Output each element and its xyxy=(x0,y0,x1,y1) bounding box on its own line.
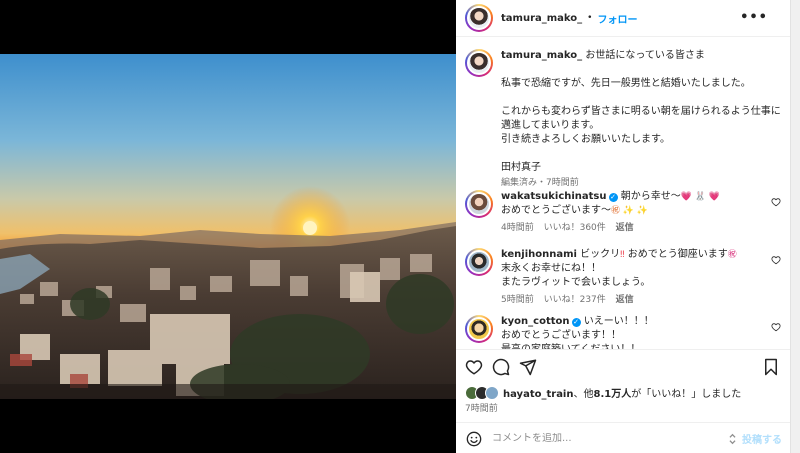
post-time: 7時間前 xyxy=(465,404,498,414)
comment-username[interactable]: wakatsukichinatsu xyxy=(501,191,607,202)
post-photo[interactable] xyxy=(0,54,456,399)
comment-emoji-2: ㊗ xyxy=(727,250,737,260)
likes-summary: hayato_train、他8.1万人が「いいね！」しました xyxy=(465,385,741,400)
comment-text: いえーい！！！ xyxy=(583,316,654,327)
more-icon[interactable]: ••• xyxy=(740,10,768,25)
comment-text-line-2: おめでとうございます！！ xyxy=(501,330,621,341)
caption-signature: 田村真子 xyxy=(501,162,541,173)
comment-text: ビックリ xyxy=(580,249,621,260)
reply-button[interactable]: 返信 xyxy=(616,223,634,233)
comment-meta: 4時間前 いいね！360件 返信 xyxy=(501,221,763,235)
comment-text-line-2: おめでとうございます〜 xyxy=(501,205,611,216)
follow-button[interactable]: フォロー xyxy=(597,11,637,26)
comment-avatar[interactable] xyxy=(465,190,493,218)
comment-emoji: 💗 🐰 💗 xyxy=(680,192,721,202)
verified-badge-icon: ✓ xyxy=(571,318,581,327)
comment-text-line-3: またラヴィットで会いましょう。 xyxy=(501,277,651,288)
comment-composer: 投稿する xyxy=(456,422,790,453)
caption-username[interactable]: tamura_mako_ xyxy=(501,50,582,61)
comment-emoji-2: ㊗ ✨ ✨ xyxy=(611,206,649,216)
comment-meta: 5時間前 いいね！237件 返信 xyxy=(501,293,763,307)
comment-emoji: ‼ xyxy=(620,250,625,260)
comment-heart-icon[interactable] xyxy=(771,255,781,265)
media-panel xyxy=(0,0,456,453)
separator-dot: • xyxy=(587,13,593,23)
share-icon[interactable] xyxy=(519,358,537,376)
caption-time: 7時間前 xyxy=(546,178,579,188)
scrollbar[interactable] xyxy=(790,0,800,453)
post-detail-panel: tamura_mako_ • フォロー ••• tamura_mako_ お世話… xyxy=(456,0,800,453)
heart-icon[interactable] xyxy=(465,358,483,376)
post-actions: hayato_train、他8.1万人が「いいね！」しました 7時間前 投稿する xyxy=(456,349,790,453)
bookmark-icon[interactable] xyxy=(762,358,780,376)
caption-line-4: 引き続きよろしくお願いいたします。 xyxy=(501,134,670,145)
comment-icon[interactable] xyxy=(492,358,510,376)
caption-line-1: お世話になっている皆さま xyxy=(585,50,705,61)
edited-label: 編集済み xyxy=(501,178,538,188)
comment-username[interactable]: kenjihonnami xyxy=(501,249,577,260)
comment-time: 4時間前 xyxy=(501,223,534,233)
comment-heart-icon[interactable] xyxy=(771,197,781,207)
comment-avatar[interactable] xyxy=(465,248,493,276)
emoji-icon[interactable] xyxy=(466,431,482,447)
post-caption: tamura_mako_ お世話になっている皆さま 私事で恐縮ですが、先日一般男… xyxy=(465,49,783,190)
comment-username[interactable]: kyon_cotton xyxy=(501,316,570,327)
caption-meta: 編集済み・7時間前 xyxy=(501,178,579,188)
comment-avatar[interactable] xyxy=(465,315,493,343)
comment-likes[interactable]: いいね！360件 xyxy=(544,223,606,233)
liker-avatar xyxy=(485,385,499,400)
caption-avatar[interactable] xyxy=(465,49,493,77)
caption-line-3: これからも変わらず皆さまに明るい朝を届けられるよう仕事に邁進してまいります。 xyxy=(501,106,781,131)
post-comment-button[interactable]: 投稿する xyxy=(742,431,782,446)
verified-badge-icon: ✓ xyxy=(608,193,618,202)
comment-time: 5時間前 xyxy=(501,295,534,305)
comment-likes[interactable]: いいね！237件 xyxy=(544,295,606,305)
comment-item: kenjihonnami ビックリ‼ おめでとう御座います㊗ 末永くお幸せにね！… xyxy=(465,248,783,307)
author-username[interactable]: tamura_mako_ xyxy=(501,13,582,24)
comment-text-cont: おめでとう御座います xyxy=(627,249,728,260)
comment-text-line-2: 末永くお幸せにね！！ xyxy=(501,263,601,274)
post-header: tamura_mako_ • フォロー ••• xyxy=(456,0,790,37)
resize-icon xyxy=(729,433,736,444)
comment-text: 朝から幸せ〜 xyxy=(620,191,681,202)
comment-input[interactable] xyxy=(492,433,728,444)
reply-button[interactable]: 返信 xyxy=(616,295,634,305)
caption-line-2: 私事で恐縮ですが、先日一般男性と結婚いたしました。 xyxy=(501,78,751,89)
comment-heart-icon[interactable] xyxy=(771,322,781,332)
likes-text[interactable]: hayato_train、他8.1万人が「いいね！」しました xyxy=(503,385,741,400)
comment-item: wakatsukichinatsu ✓ 朝から幸せ〜💗 🐰 💗 おめでとうございま… xyxy=(465,190,783,235)
author-avatar[interactable] xyxy=(465,4,493,32)
